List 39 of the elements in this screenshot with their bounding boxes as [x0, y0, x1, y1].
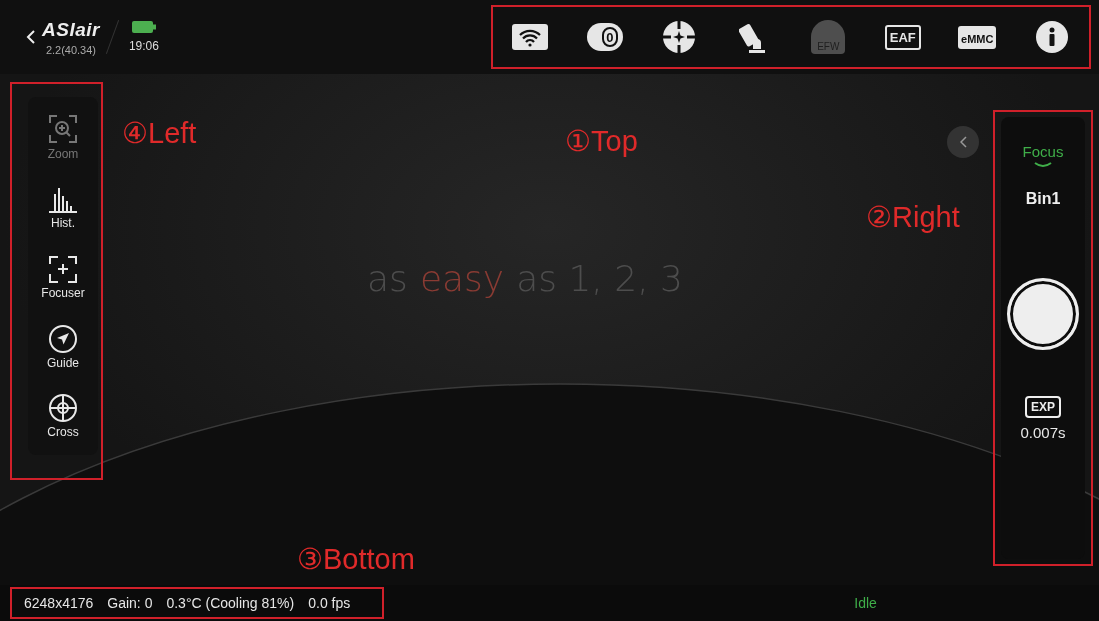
battery-icon [131, 21, 156, 33]
tool-button[interactable]: Hist. [46, 184, 80, 231]
tool-button[interactable]: Cross [47, 393, 79, 440]
annotation-label: ②Right [866, 200, 960, 234]
tagline-text: easy [419, 258, 505, 299]
toolbar-icon-button[interactable]: EAF [878, 15, 927, 59]
info-icon [1035, 21, 1068, 53]
zoom-icon [47, 112, 79, 145]
binning-button[interactable]: Bin1 [1025, 190, 1061, 208]
navigation-icon [48, 323, 78, 354]
wifi-icon [512, 24, 549, 50]
crosshair-icon [662, 20, 697, 54]
crosshair-icon [48, 393, 78, 424]
chevron-down-icon [1034, 162, 1052, 168]
focus-frame-icon [48, 254, 78, 284]
status-text: Gain: 0 [107, 595, 153, 611]
version-text: 2.2(40.34) [45, 43, 97, 56]
exposure-value: 0.007s [1020, 424, 1066, 441]
status-text: 0.0 fps [308, 595, 351, 611]
camera-icon: 0 [586, 23, 623, 51]
exposure-badge[interactable]: EXP [1025, 396, 1061, 418]
storage-icon: eMMC [958, 25, 997, 49]
status-text: 6248x4176 [24, 595, 94, 611]
status-text: 0.3°C (Cooling 81%) [166, 595, 295, 611]
tool-button[interactable]: Guide [47, 323, 79, 370]
annotation-label: ①Top [565, 124, 638, 158]
focuser-icon: EAF [884, 24, 921, 50]
back-icon[interactable] [26, 29, 36, 45]
mode-selector[interactable]: Focus [1022, 143, 1064, 168]
chevron-left-icon [959, 136, 967, 148]
toolbar-icon-button[interactable]: 0 [580, 15, 629, 59]
status-state: Idle [854, 595, 877, 611]
annotation-label: ④Left [122, 116, 197, 150]
clock-time: 19:06 [128, 39, 159, 53]
tool-button[interactable]: Focuser [41, 254, 85, 300]
annotation-label: ③Bottom [297, 542, 415, 576]
collapse-button[interactable] [947, 126, 979, 158]
app-logo: ASIair [42, 18, 100, 41]
toolbar-icon-button[interactable]: eMMC [953, 15, 1002, 59]
